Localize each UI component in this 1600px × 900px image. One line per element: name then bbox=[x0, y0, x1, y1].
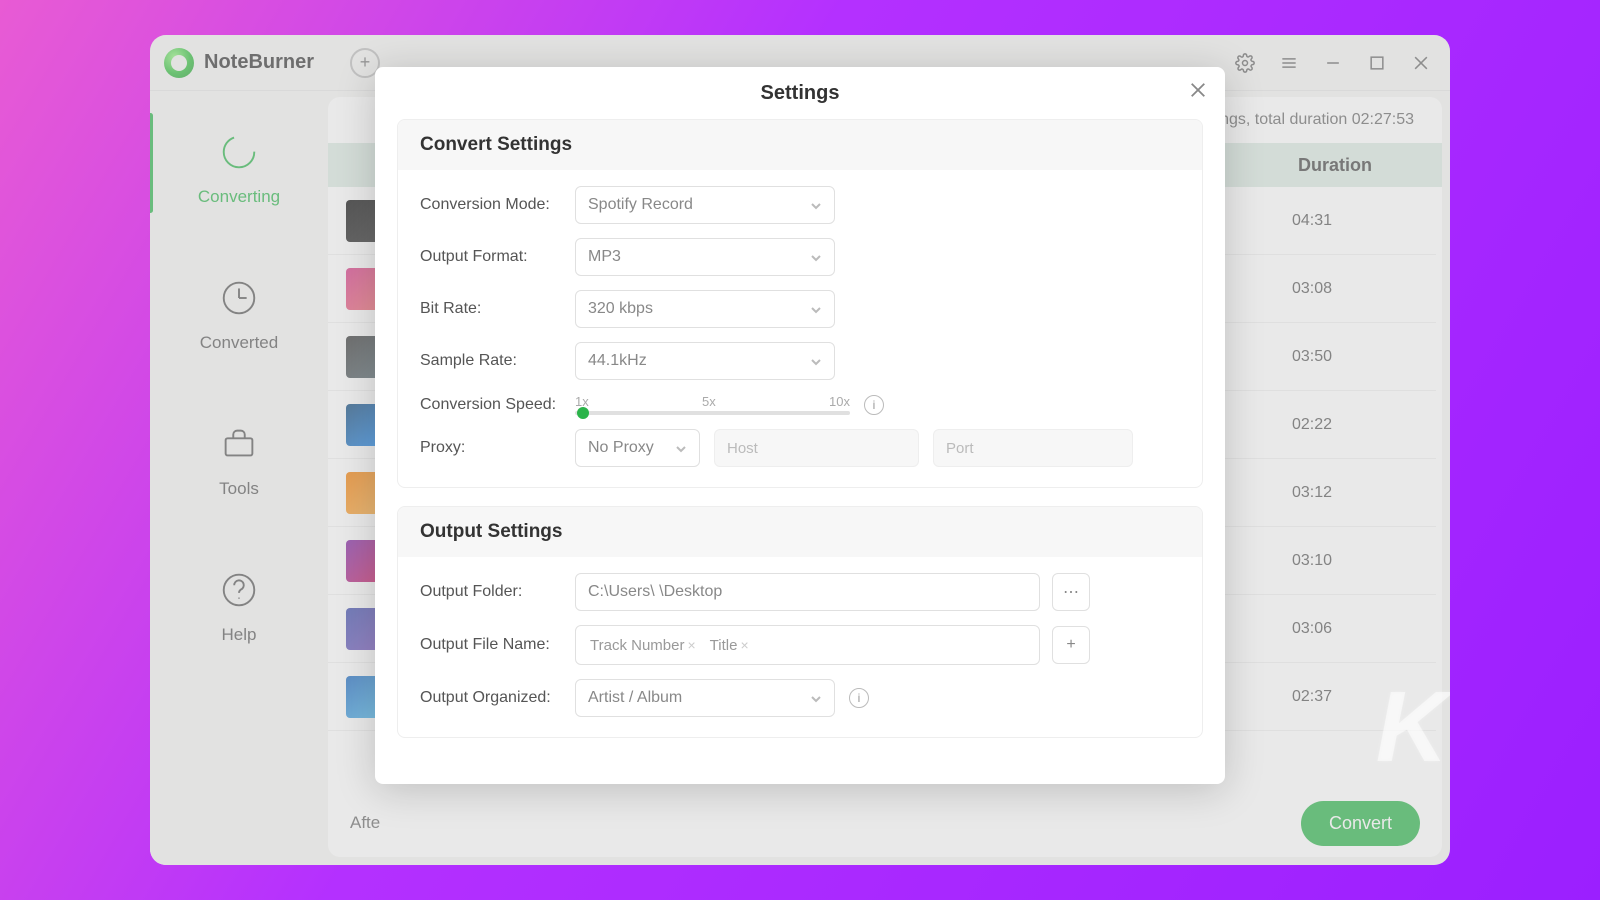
input-value: C:\Users\ \Desktop bbox=[588, 583, 722, 601]
select-value: 44.1kHz bbox=[588, 352, 647, 370]
chevron-down-icon bbox=[810, 692, 822, 704]
conversion-speed-label: Conversion Speed: bbox=[420, 396, 575, 414]
placeholder-text: Host bbox=[727, 440, 758, 457]
filename-tokens-input[interactable]: Track Number× Title× bbox=[575, 625, 1040, 665]
tag-label: Track Number bbox=[590, 637, 684, 654]
filename-tag-title[interactable]: Title× bbox=[706, 637, 753, 654]
sample-rate-label: Sample Rate: bbox=[420, 352, 575, 370]
browse-folder-button[interactable]: ⋯ bbox=[1052, 573, 1090, 611]
chevron-down-icon bbox=[810, 251, 822, 263]
ellipsis-icon: ⋯ bbox=[1063, 582, 1079, 602]
app-window: NoteBurner + Converting Converted bbox=[150, 35, 1450, 865]
settings-modal: Settings Convert Settings Conversion Mod… bbox=[375, 67, 1225, 784]
tick-5x: 5x bbox=[702, 394, 716, 409]
output-organized-label: Output Organized: bbox=[420, 689, 575, 707]
output-format-label: Output Format: bbox=[420, 248, 575, 266]
modal-close-button[interactable] bbox=[1189, 81, 1207, 104]
output-settings-section: Output Settings Output Folder: C:\Users\… bbox=[397, 506, 1203, 738]
output-format-select[interactable]: MP3 bbox=[575, 238, 835, 276]
chevron-down-icon bbox=[810, 303, 822, 315]
slider-thumb[interactable] bbox=[577, 407, 589, 419]
info-icon[interactable]: i bbox=[864, 395, 884, 415]
bit-rate-label: Bit Rate: bbox=[420, 300, 575, 318]
section-title: Convert Settings bbox=[398, 120, 1202, 170]
select-value: Artist / Album bbox=[588, 689, 682, 707]
tag-label: Title bbox=[710, 637, 738, 654]
output-folder-input[interactable]: C:\Users\ \Desktop bbox=[575, 573, 1040, 611]
output-folder-label: Output Folder: bbox=[420, 583, 575, 601]
conversion-mode-label: Conversion Mode: bbox=[420, 196, 575, 214]
proxy-host-input[interactable]: Host bbox=[714, 429, 919, 467]
modal-overlay[interactable]: Settings Convert Settings Conversion Mod… bbox=[150, 35, 1450, 865]
conversion-mode-select[interactable]: Spotify Record bbox=[575, 186, 835, 224]
select-value: No Proxy bbox=[588, 439, 654, 457]
tick-10x: 10x bbox=[829, 394, 850, 409]
chevron-down-icon bbox=[675, 442, 687, 454]
bit-rate-select[interactable]: 320 kbps bbox=[575, 290, 835, 328]
chevron-down-icon bbox=[810, 355, 822, 367]
proxy-port-input[interactable]: Port bbox=[933, 429, 1133, 467]
conversion-speed-slider[interactable]: 1x 5x 10x bbox=[575, 394, 850, 415]
section-title: Output Settings bbox=[398, 507, 1202, 557]
output-filename-label: Output File Name: bbox=[420, 636, 575, 654]
proxy-label: Proxy: bbox=[420, 439, 575, 457]
placeholder-text: Port bbox=[946, 440, 974, 457]
select-value: 320 kbps bbox=[588, 300, 653, 318]
convert-settings-section: Convert Settings Conversion Mode: Spotif… bbox=[397, 119, 1203, 488]
slider-ticks: 1x 5x 10x bbox=[575, 394, 850, 409]
close-icon bbox=[1189, 81, 1207, 99]
modal-header: Settings bbox=[375, 67, 1225, 119]
remove-tag-icon[interactable]: × bbox=[740, 637, 748, 653]
select-value: Spotify Record bbox=[588, 196, 693, 214]
modal-title: Settings bbox=[761, 82, 840, 105]
plus-icon: + bbox=[1066, 636, 1075, 654]
proxy-select[interactable]: No Proxy bbox=[575, 429, 700, 467]
add-filename-tag-button[interactable]: + bbox=[1052, 626, 1090, 664]
info-icon[interactable]: i bbox=[849, 688, 869, 708]
output-organized-select[interactable]: Artist / Album bbox=[575, 679, 835, 717]
chevron-down-icon bbox=[810, 199, 822, 211]
filename-tag-track-number[interactable]: Track Number× bbox=[586, 637, 700, 654]
sample-rate-select[interactable]: 44.1kHz bbox=[575, 342, 835, 380]
remove-tag-icon[interactable]: × bbox=[687, 637, 695, 653]
select-value: MP3 bbox=[588, 248, 621, 266]
